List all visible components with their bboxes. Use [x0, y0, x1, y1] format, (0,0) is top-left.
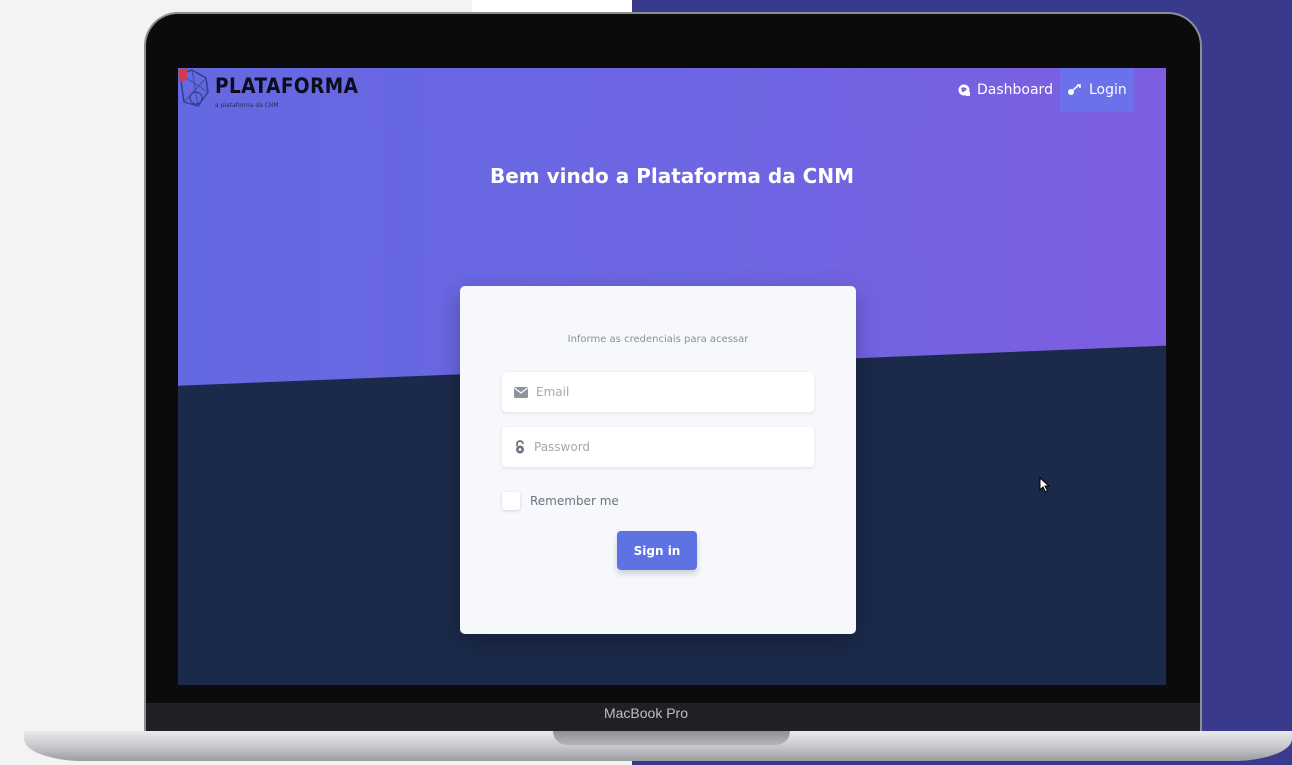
login-card: Informe as credenciais para acessar Reme…	[460, 286, 856, 634]
mouse-cursor-icon	[1039, 477, 1051, 493]
top-nav: Dashboard Login	[950, 68, 1134, 112]
nav-item-label: Login	[1088, 82, 1127, 98]
envelope-icon	[514, 386, 528, 398]
remember-me-checkbox[interactable]	[502, 492, 520, 510]
nav-item-label: Dashboard	[977, 82, 1053, 98]
sign-in-button[interactable]: Sign in	[617, 531, 697, 570]
device-label: MacBook Pro	[603, 705, 689, 721]
page-title: Bem vindo a Plataforma da CNM	[490, 164, 854, 188]
brand-title: PLATAFORMA	[215, 74, 359, 98]
remember-me[interactable]: Remember me	[502, 492, 619, 510]
password-field[interactable]	[502, 427, 814, 467]
remember-me-label: Remember me	[530, 494, 619, 508]
lock-icon	[516, 440, 524, 454]
dashboard-globe-icon	[958, 84, 970, 96]
brand-tagline: a plataforma da CNM	[215, 102, 279, 109]
laptop-notch	[553, 731, 790, 745]
nav-item-login[interactable]: Login	[1059, 68, 1134, 112]
nav-item-dashboard[interactable]: Dashboard	[950, 68, 1060, 112]
password-input[interactable]	[534, 440, 814, 454]
key-icon	[1067, 84, 1081, 95]
laptop-screen: PLATAFORMA a plataforma da CNM Dashboard…	[178, 68, 1166, 685]
brand-logo[interactable]: PLATAFORMA a plataforma da CNM	[178, 68, 358, 118]
brand-mark-icon	[178, 68, 209, 107]
login-subtitle: Informe as credenciais para acessar	[567, 334, 749, 345]
email-input[interactable]	[536, 385, 814, 399]
email-field[interactable]	[502, 372, 814, 412]
